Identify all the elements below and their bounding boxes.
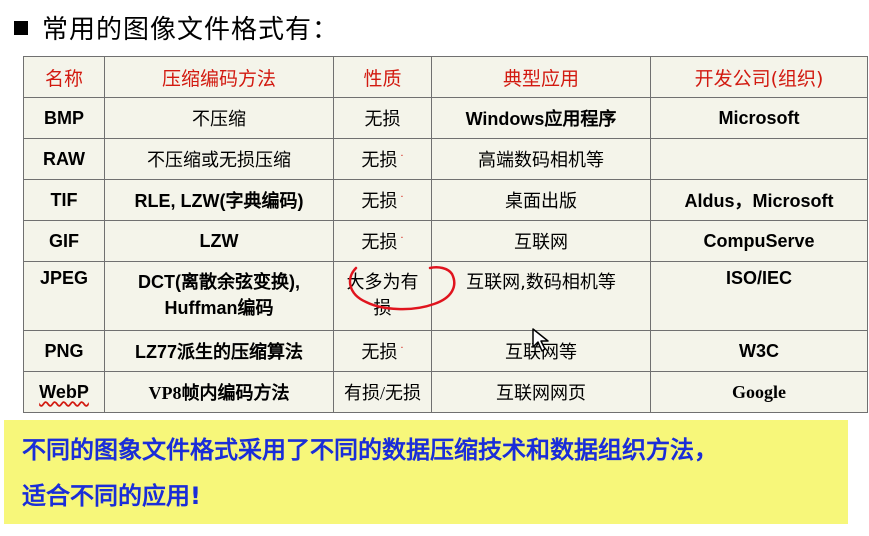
company-cell: W3C: [650, 330, 868, 372]
application-cell: Windows应用程序: [431, 97, 651, 139]
format-name: JPEG: [23, 261, 105, 331]
company-cell: Microsoft: [650, 97, 868, 139]
table-row: JPEG DCT(离散余弦变换), Huffman编码 大多为有损 互联网,数码…: [23, 261, 868, 331]
summary-line-1: 不同的图象文件格式采用了不同的数据压缩技术和数据组织方法，: [22, 436, 718, 464]
nature-text: 无损: [361, 232, 398, 253]
mouse-pointer-icon: [532, 328, 549, 352]
method-cell: RLE, LZW(字典编码): [104, 179, 334, 221]
table-row: RAW 不压缩或无损压缩 无损 · 高端数码相机等: [23, 138, 868, 180]
method-cell: 不压缩或无损压缩: [104, 138, 334, 180]
header-nature: 性质: [333, 56, 432, 98]
method-cell: LZ77派生的压缩算法: [104, 330, 334, 372]
nature-text: 大多为有损: [346, 272, 419, 319]
application-cell: 高端数码相机等: [431, 138, 651, 180]
red-dot-mark: ·: [400, 151, 404, 162]
table-header-row: 名称 压缩编码方法 性质 典型应用 开发公司(组织): [23, 56, 868, 98]
header-name: 名称: [23, 56, 105, 98]
table-row: TIF RLE, LZW(字典编码) 无损 · 桌面出版 Aldus，Micros…: [23, 179, 868, 221]
square-bullet-icon: [14, 21, 28, 35]
red-dot-mark: ·: [400, 343, 404, 354]
format-name: WebP: [23, 371, 105, 413]
format-name: BMP: [23, 97, 105, 139]
summary-line-2: 适合不同的应用!: [22, 482, 201, 510]
header-application: 典型应用: [431, 56, 651, 98]
nature-cell: 无损 ·: [333, 138, 432, 180]
method-cell: VP8帧内编码方法: [104, 371, 334, 413]
company-cell: CompuServe: [650, 220, 868, 262]
nature-cell: 有损/无损: [333, 371, 432, 413]
table-row: GIF LZW 无损 · 互联网 CompuServe: [23, 220, 868, 262]
slide-heading: 常用的图像文件格式有：: [14, 10, 340, 45]
table-row: WebP VP8帧内编码方法 有损/无损 互联网网页 Google: [23, 371, 868, 413]
method-line-2: Huffman编码: [164, 298, 274, 318]
summary-box: 不同的图象文件格式采用了不同的数据压缩技术和数据组织方法， 适合不同的应用!: [4, 420, 848, 524]
image-formats-table: 名称 压缩编码方法 性质 典型应用 开发公司(组织) BMP 不压缩 无损 Wi…: [23, 56, 868, 413]
format-name: PNG: [23, 330, 105, 372]
header-company: 开发公司(组织): [650, 56, 868, 98]
header-method: 压缩编码方法: [104, 56, 334, 98]
application-cell: 桌面出版: [431, 179, 651, 221]
format-name: GIF: [23, 220, 105, 262]
method-line-1: DCT(离散余弦变换),: [138, 272, 300, 292]
application-cell: 互联网: [431, 220, 651, 262]
application-cell: 互联网,数码相机等: [431, 261, 651, 331]
application-cell: 互联网网页: [431, 371, 651, 413]
nature-text: 无损: [361, 191, 398, 212]
nature-text: 无损: [361, 342, 398, 363]
nature-text: 无损: [361, 150, 398, 171]
red-dot-mark: ·: [400, 233, 404, 244]
method-cell: 不压缩: [104, 97, 334, 139]
format-name: RAW: [23, 138, 105, 180]
company-cell: Aldus，Microsoft: [650, 179, 868, 221]
nature-cell: 无损: [333, 97, 432, 139]
table-row: PNG LZ77派生的压缩算法 无损 · 互联网等 W3C: [23, 330, 868, 372]
format-name: TIF: [23, 179, 105, 221]
table-row: BMP 不压缩 无损 Windows应用程序 Microsoft: [23, 97, 868, 139]
company-cell: ISO/IEC: [650, 261, 868, 331]
nature-cell: 大多为有损: [333, 261, 456, 331]
company-cell: Google: [650, 371, 868, 413]
nature-cell: 无损 ·: [333, 220, 432, 262]
method-cell: DCT(离散余弦变换), Huffman编码: [104, 261, 334, 331]
company-cell: [650, 138, 868, 180]
heading-text: 常用的图像文件格式有：: [42, 14, 340, 45]
nature-cell: 无损 ·: [333, 179, 432, 221]
method-cell: LZW: [104, 220, 334, 262]
nature-cell: 无损 ·: [333, 330, 432, 372]
red-dot-mark: ·: [400, 192, 404, 203]
